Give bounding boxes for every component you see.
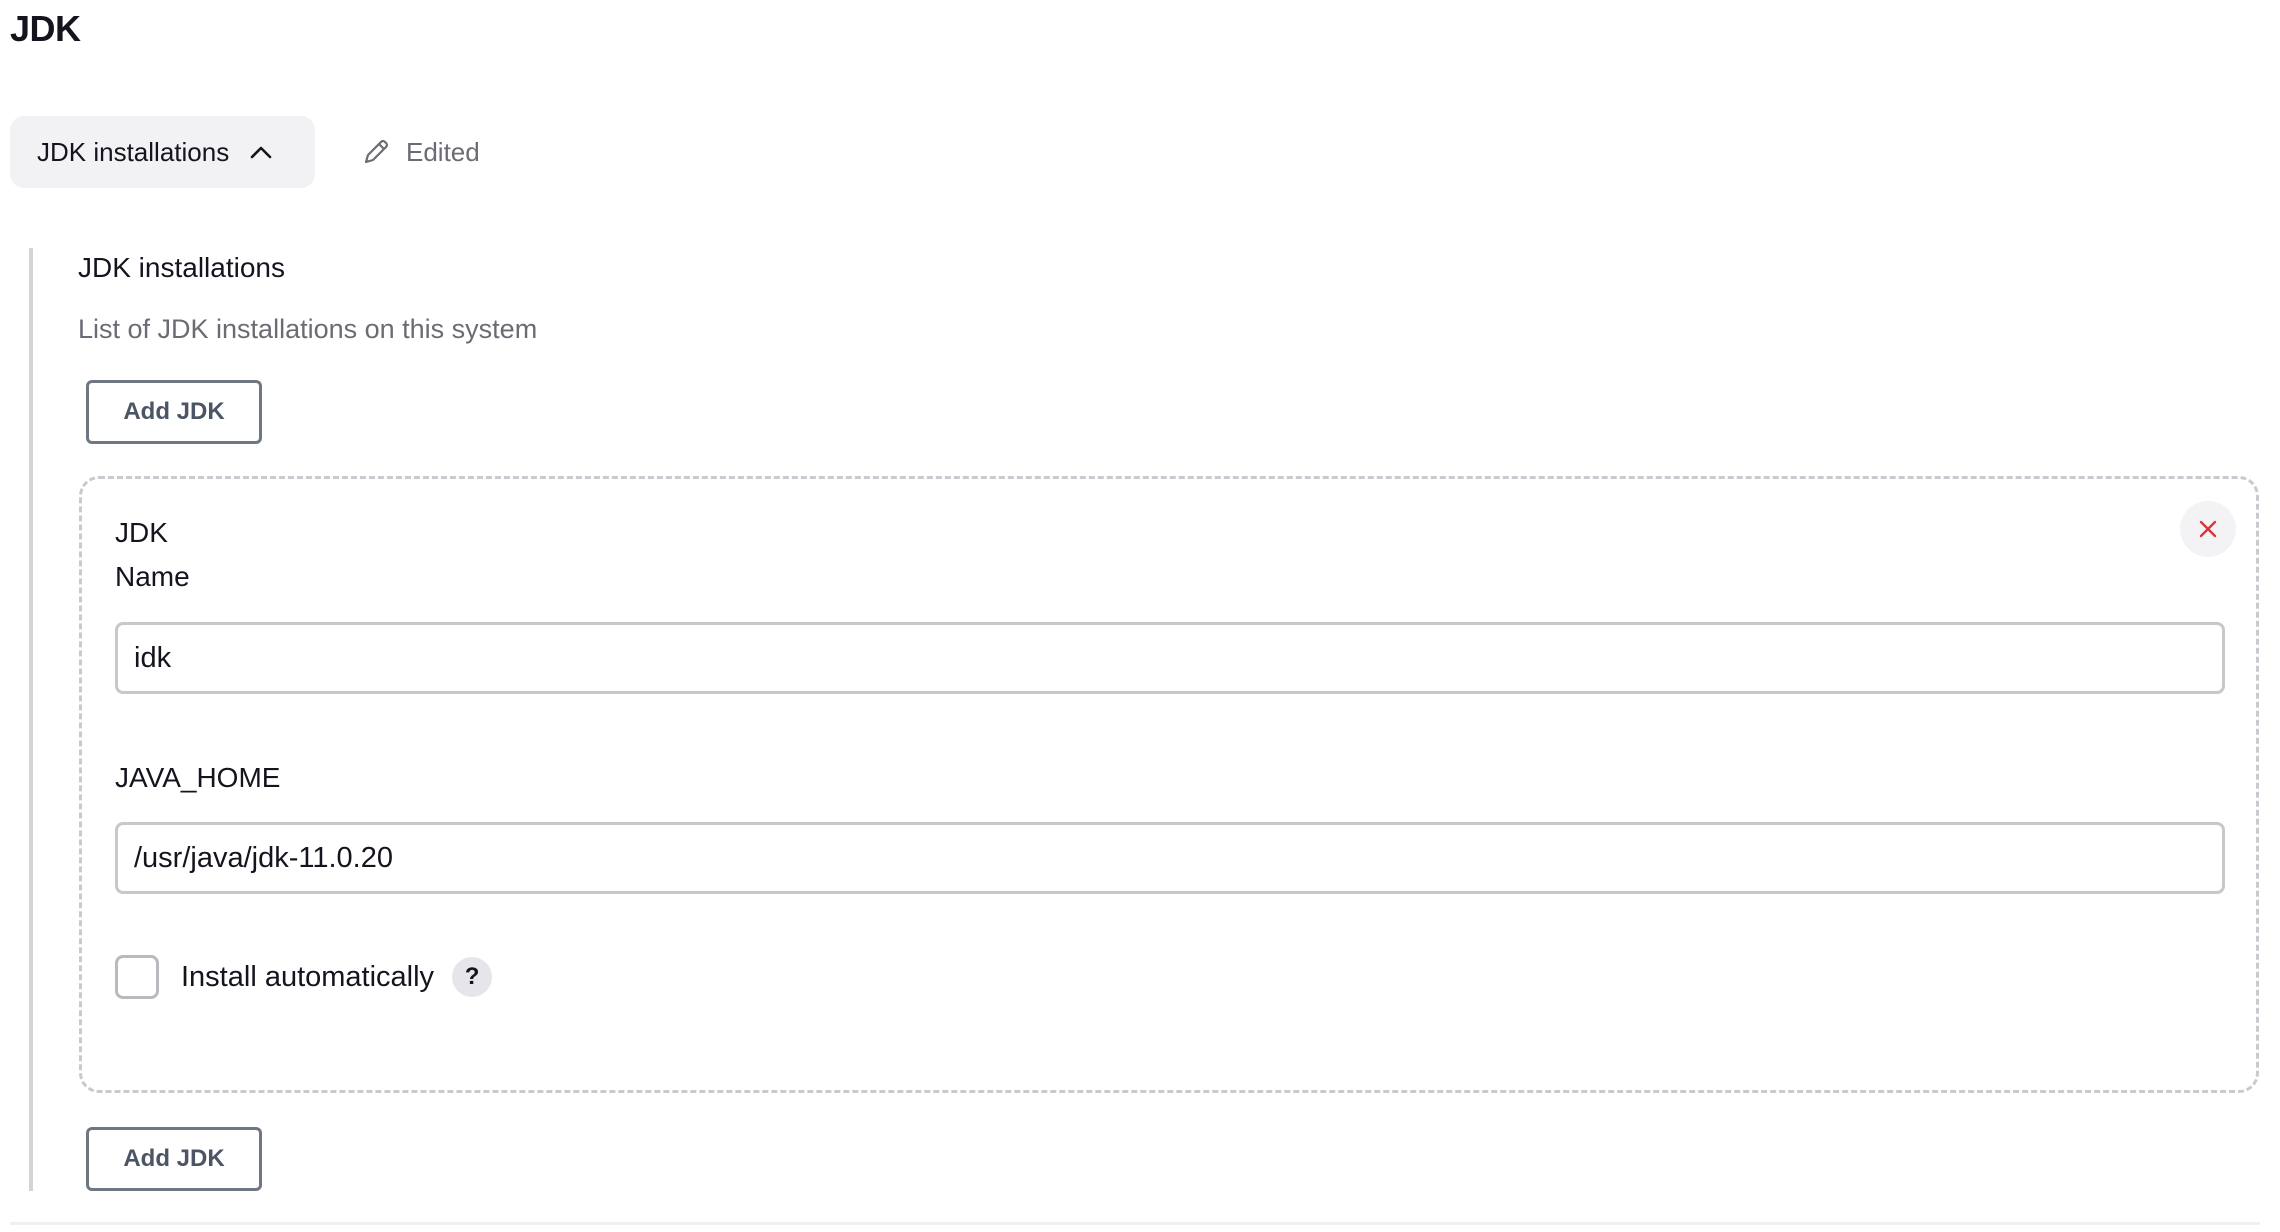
name-input[interactable] <box>115 622 2225 694</box>
section-heading: JDK installations <box>78 252 285 283</box>
install-automatically-row: Install automatically ? <box>115 955 493 999</box>
java-home-label: JAVA_HOME <box>115 762 281 793</box>
chevron-up-icon <box>249 140 273 164</box>
jdk-installations-section: JDK installations List of JDK installati… <box>29 248 2263 1191</box>
toggle-label: JDK installations <box>37 136 230 167</box>
install-automatically-label[interactable]: Install automatically <box>181 961 434 994</box>
add-jdk-button-bottom[interactable]: Add JDK <box>86 1127 262 1191</box>
name-label: Name <box>115 561 190 592</box>
jdk-entry-card: JDK Name JAVA_HOME Install automatically… <box>79 476 2259 1093</box>
install-automatically-checkbox[interactable] <box>115 955 159 999</box>
edited-status: Edited <box>360 116 480 188</box>
jdk-installations-toggle[interactable]: JDK installations <box>10 116 315 188</box>
pencil-icon <box>360 136 392 168</box>
section-divider <box>10 1222 2260 1225</box>
close-icon <box>2199 520 2217 538</box>
edited-label: Edited <box>406 136 480 167</box>
page-title: JDK <box>10 8 81 49</box>
add-jdk-button-top[interactable]: Add JDK <box>86 380 262 444</box>
remove-jdk-button[interactable] <box>2180 501 2236 557</box>
help-icon[interactable]: ? <box>452 957 493 997</box>
section-description: List of JDK installations on this system <box>78 314 538 344</box>
jdk-entry-title: JDK <box>115 517 168 548</box>
java-home-input[interactable] <box>115 822 2225 894</box>
